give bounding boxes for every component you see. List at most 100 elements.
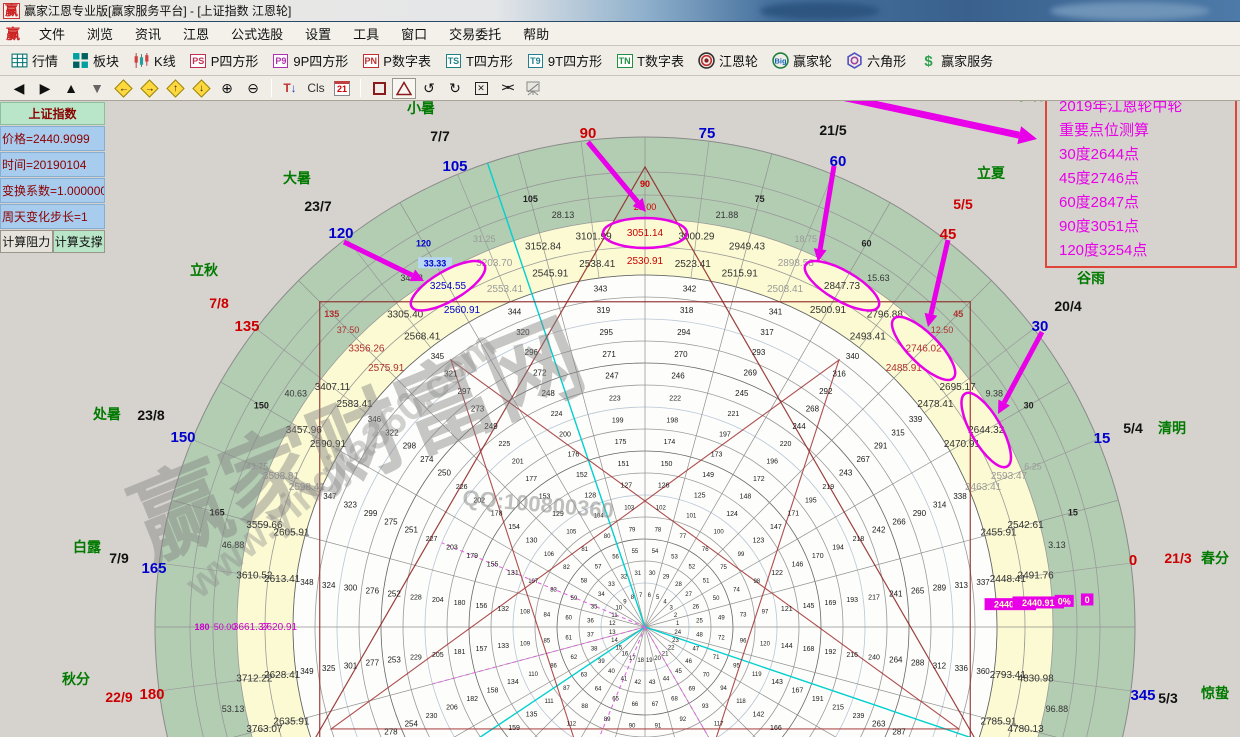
draw-tool-calendar[interactable]: 21: [329, 78, 355, 99]
sectors-icon: [72, 52, 89, 69]
t-table-icon: TN: [616, 52, 633, 69]
title-bar: 赢 赢家江恩专业版[赢家服务平台] - [上证指数 江恩轮]: [0, 0, 1240, 22]
info-row-3: 周天变化步长=1: [0, 204, 105, 229]
draw-tool-diamond-left[interactable]: ←: [110, 78, 136, 99]
info-panel-rows: 价格=2440.9099时间=20190104变换系数=1.000000周天变化…: [0, 126, 105, 229]
annotation-line-1: 重要点位测算: [1059, 119, 1235, 143]
toolbar-button-gann-wheel[interactable]: 江恩轮: [691, 49, 765, 72]
menu-item-浏览[interactable]: 浏览: [76, 22, 124, 45]
toolbar-label-p-table: P数字表: [383, 51, 431, 70]
9t-square-icon: T9: [527, 52, 544, 69]
menu-bar-items: 文件浏览资讯江恩公式选股设置工具窗口交易委托帮助: [28, 22, 560, 45]
gann-wheel-icon: [698, 52, 715, 69]
draw-tool-diamond-up[interactable]: ↑: [162, 78, 188, 99]
winner-service-icon: $: [920, 52, 937, 69]
menu-item-公式选股[interactable]: 公式选股: [220, 22, 294, 45]
toolbar-button-t-square[interactable]: TST四方形: [438, 49, 520, 72]
draw-tool-diamond-down[interactable]: ↓: [188, 78, 214, 99]
annotation-line-3: 45度2746点: [1059, 167, 1235, 191]
annotation-line-5: 90度3051点: [1059, 215, 1235, 239]
annotation-line-6: 120度3254点: [1059, 239, 1235, 263]
draw-tool-up-arrow[interactable]: ▲: [58, 78, 84, 99]
menu-item-江恩[interactable]: 江恩: [172, 22, 220, 45]
toolbar-label-gann-wheel: 江恩轮: [719, 51, 758, 70]
app-window: { "window": { "title": "赢家江恩专业版[赢家服务平台] …: [0, 0, 1240, 737]
toolbar-label-kline: K线: [154, 51, 176, 70]
menu-item-窗口[interactable]: 窗口: [390, 22, 438, 45]
toolbar-button-p-table[interactable]: PNP数字表: [355, 49, 438, 72]
menu-item-资讯[interactable]: 资讯: [124, 22, 172, 45]
annotation-box: 2019年江恩轮中轮重要点位测算30度2644点45度2746点60度2847点…: [1045, 88, 1237, 268]
menu-item-文件[interactable]: 文件: [28, 22, 76, 45]
toolbar-button-9p-square[interactable]: P99P四方形: [265, 49, 355, 72]
draw-tool-time-axis[interactable]: T↓: [277, 78, 303, 99]
toolbar-button-sectors[interactable]: 板块: [65, 49, 126, 72]
toolbar-button-quotes[interactable]: 行情: [4, 49, 65, 72]
draw-tool-rotate-ccw[interactable]: ↺: [416, 78, 442, 99]
hexagon-icon: [846, 52, 863, 69]
annotation-line-2: 30度2644点: [1059, 143, 1235, 167]
draw-tool-cls-button[interactable]: Cls: [303, 78, 329, 99]
toolbar-label-p-square: P四方形: [211, 51, 259, 70]
draw-tool-prev-arrow[interactable]: ◀: [6, 78, 32, 99]
titlebar-decoration: [760, 2, 880, 20]
app-icon: 赢: [3, 3, 20, 19]
toolbar-label-9p-square: 9P四方形: [293, 51, 348, 70]
info-panel: 上证指数 价格=2440.9099时间=20190104变换系数=1.00000…: [0, 102, 105, 253]
toolbar-button-winner-service[interactable]: $ 赢家服务: [913, 49, 1000, 72]
info-panel-buttons: 计算阻力计算支撑: [0, 230, 105, 253]
toolbar-label-winner-service: 赢家服务: [941, 51, 993, 70]
draw-tool-down-arrow[interactable]: ▼: [84, 78, 110, 99]
toolbar-label-9t-square: 9T四方形: [548, 51, 602, 70]
draw-tool-rotate-cw[interactable]: ↻: [442, 78, 468, 99]
window-title: 赢家江恩专业版[赢家服务平台] - [上证指数 江恩轮]: [24, 2, 291, 19]
menu-bar: 赢 文件浏览资讯江恩公式选股设置工具窗口交易委托帮助: [0, 22, 1240, 46]
toolbar-label-sectors: 板块: [93, 51, 119, 70]
button-计算支撑[interactable]: 计算支撑: [53, 230, 106, 253]
symbol-name: 上证指数: [0, 102, 105, 125]
menu-item-交易委托[interactable]: 交易委托: [438, 22, 512, 45]
draw-tool-zoom-out[interactable]: ⊖: [240, 78, 266, 99]
toolbar-label-t-table: T数字表: [637, 51, 684, 70]
p-square-icon: PS: [190, 52, 207, 69]
titlebar-decoration: [1050, 2, 1210, 20]
toolbar-button-p-square[interactable]: PSP四方形: [183, 49, 266, 72]
toolbar-label-hexagon: 六角形: [867, 51, 906, 70]
toolbar-button-hexagon[interactable]: 六角形: [839, 49, 913, 72]
toolbar-button-winner-wheel[interactable]: Big 赢家轮: [765, 49, 839, 72]
draw-tool-delete-box[interactable]: ✕: [468, 78, 494, 99]
drawing-toolbar: ◀▶▲▼←→↑↓⊕⊖ T↓Cls21 ↺↻✕>•<: [0, 76, 1240, 101]
9p-square-icon: P9: [272, 52, 289, 69]
info-row-0: 价格=2440.9099: [0, 126, 105, 151]
p-table-icon: PN: [362, 52, 379, 69]
annotation-line-4: 60度2847点: [1059, 191, 1235, 215]
menu-item-帮助[interactable]: 帮助: [512, 22, 560, 45]
menu-item-设置[interactable]: 设置: [294, 22, 342, 45]
toolbar-button-kline[interactable]: K线: [126, 49, 183, 72]
button-计算阻力[interactable]: 计算阻力: [0, 230, 53, 253]
winner-wheel-icon: Big: [772, 52, 789, 69]
info-row-2: 变换系数=1.000000: [0, 178, 105, 203]
draw-tool-triangle-tool[interactable]: [392, 78, 416, 99]
menu-logo-icon: 赢: [6, 24, 20, 44]
t-square-icon: TS: [445, 52, 462, 69]
menu-item-工具[interactable]: 工具: [342, 22, 390, 45]
info-row-1: 时间=20190104: [0, 152, 105, 177]
draw-tool-square-tool[interactable]: [366, 78, 392, 99]
draw-tool-center-mark[interactable]: >•<: [494, 78, 520, 99]
svg-text:$: $: [924, 54, 933, 69]
quotes-icon: [11, 52, 28, 69]
toolbar-label-winner-wheel: 赢家轮: [793, 51, 832, 70]
draw-tool-diamond-right[interactable]: →: [136, 78, 162, 99]
toolbar-separator: [271, 79, 272, 97]
draw-tool-zoom-in[interactable]: ⊕: [214, 78, 240, 99]
toolbar-label-t-square: T四方形: [466, 51, 513, 70]
toolbar-button-t-table[interactable]: TNT数字表: [609, 49, 691, 72]
toolbar-button-9t-square[interactable]: T99T四方形: [520, 49, 609, 72]
draw-tool-easel[interactable]: [520, 78, 546, 99]
draw-tool-next-arrow[interactable]: ▶: [32, 78, 58, 99]
svg-text:Big: Big: [775, 57, 787, 66]
toolbar-label-quotes: 行情: [32, 51, 58, 70]
toolbar-separator: [360, 79, 361, 97]
kline-icon: [133, 52, 150, 69]
